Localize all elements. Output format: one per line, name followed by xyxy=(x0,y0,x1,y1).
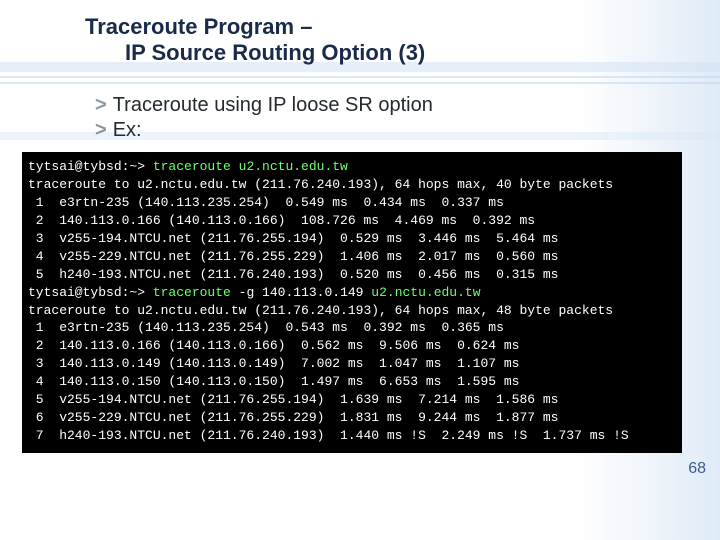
terminal-line: 2 140.113.0.166 (140.113.0.166) 0.562 ms… xyxy=(28,338,519,353)
prompt: tytsai@tybsd:~> xyxy=(28,285,153,300)
terminal-line: 4 140.113.0.150 (140.113.0.150) 1.497 ms… xyxy=(28,374,519,389)
terminal-line: 6 v255-229.NTCU.net (211.76.255.229) 1.8… xyxy=(28,410,559,425)
terminal-line: traceroute to u2.nctu.edu.tw (211.76.240… xyxy=(28,303,613,318)
title-line-2: IP Source Routing Option (3) xyxy=(85,40,680,66)
terminal-line: 3 v255-194.NTCU.net (211.76.255.194) 0.5… xyxy=(28,231,559,246)
command-arg-highlight: -g 140.113.0.149 xyxy=(239,285,364,300)
bullet-item: > Ex: xyxy=(95,119,433,142)
chevron-icon: > xyxy=(95,94,107,116)
bullet-list: > Traceroute using IP loose SR option > Ex… xyxy=(95,92,433,144)
slide-title: Traceroute Program – IP Source Routing O… xyxy=(85,14,680,67)
chevron-icon: > xyxy=(95,119,107,141)
bullet-item: > Traceroute using IP loose SR option xyxy=(95,94,433,117)
terminal-line: 4 v255-229.NTCU.net (211.76.255.229) 1.4… xyxy=(28,249,559,264)
terminal-line: traceroute to u2.nctu.edu.tw (211.76.240… xyxy=(28,177,613,192)
terminal-line: 1 e3rtn-235 (140.113.235.254) 0.543 ms 0… xyxy=(28,320,504,335)
terminal-line: 5 h240-193.NTCU.net (211.76.240.193) 0.5… xyxy=(28,267,559,282)
bullet-text: Traceroute using IP loose SR option xyxy=(113,94,433,116)
page-number: 68 xyxy=(688,460,706,478)
command: traceroute u2.nctu.edu.tw xyxy=(153,159,348,174)
command: traceroute xyxy=(153,285,239,300)
terminal-line: 1 e3rtn-235 (140.113.235.254) 0.549 ms 0… xyxy=(28,195,504,210)
prompt: tytsai@tybsd:~> xyxy=(28,159,153,174)
title-line-1: Traceroute Program – xyxy=(85,14,312,39)
terminal-line: 3 140.113.0.149 (140.113.0.149) 7.002 ms… xyxy=(28,356,519,371)
terminal-output: tytsai@tybsd:~> traceroute u2.nctu.edu.t… xyxy=(22,152,682,453)
terminal-line: 7 h240-193.NTCU.net (211.76.240.193) 1.4… xyxy=(28,428,629,443)
decor-band xyxy=(0,76,720,78)
terminal-line: 5 v255-194.NTCU.net (211.76.255.194) 1.6… xyxy=(28,392,559,407)
command: u2.nctu.edu.tw xyxy=(363,285,480,300)
bullet-text: Ex: xyxy=(113,119,142,141)
slide: Traceroute Program – IP Source Routing O… xyxy=(0,0,720,540)
terminal-line: 2 140.113.0.166 (140.113.0.166) 108.726 … xyxy=(28,213,535,228)
decor-band xyxy=(0,82,720,84)
